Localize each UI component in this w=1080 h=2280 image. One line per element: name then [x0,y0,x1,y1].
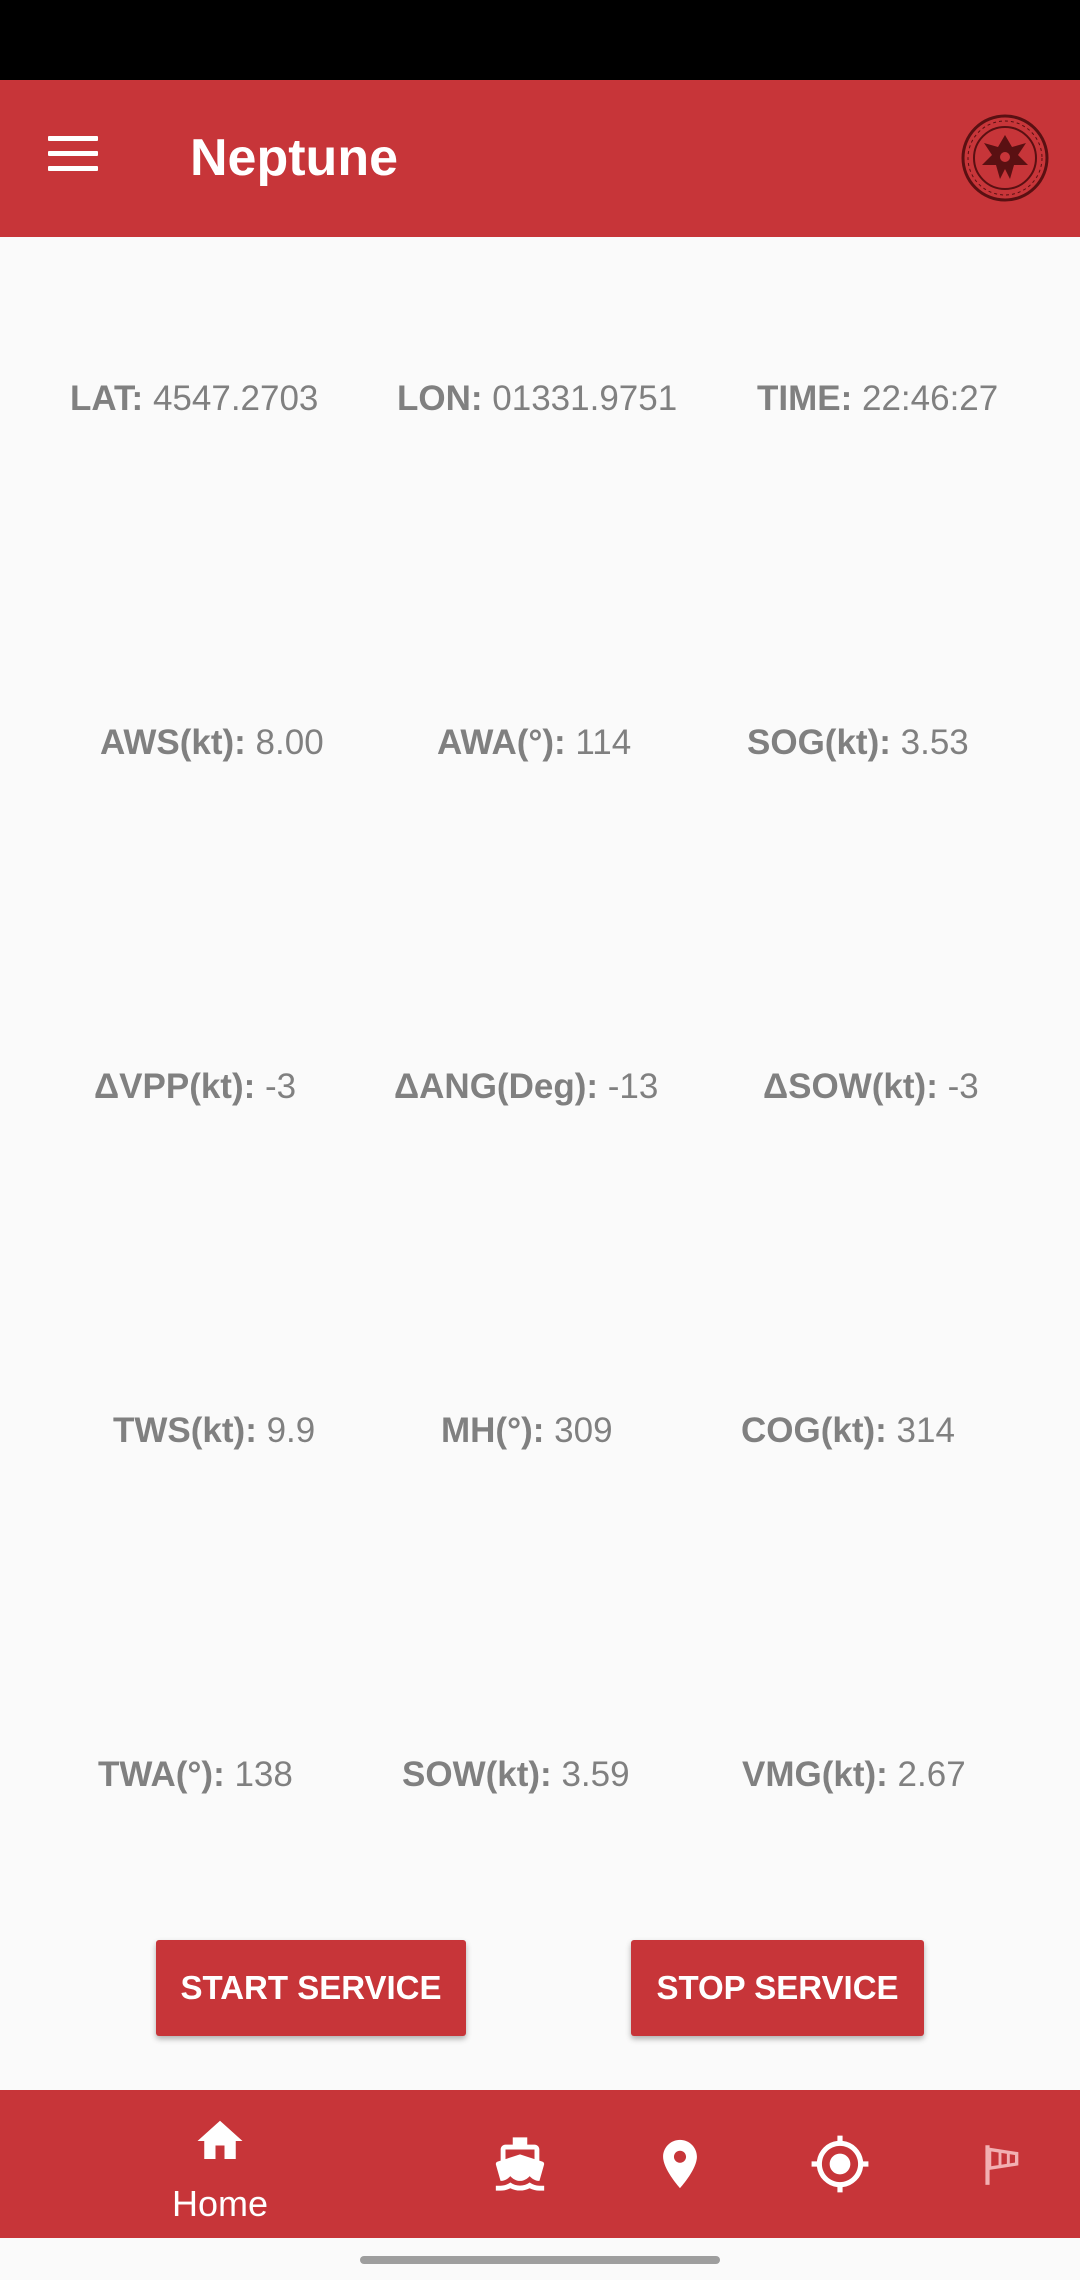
reading-value: 309 [554,1411,613,1450]
reading-label: MH(°): [441,1411,545,1450]
reading-time: TIME: 22:46:27 [757,377,998,421]
location-pin-icon [663,2139,697,2189]
nav-item-wind[interactable] [950,2090,1050,2238]
reading-value: 2.67 [897,1755,966,1794]
reading-label: AWA(°): [437,723,566,762]
reading-aws: AWS(kt): 8.00 [100,721,324,765]
reading-value: 314 [896,1411,955,1450]
boat-icon [495,2137,545,2191]
reading-value: 114 [575,723,632,762]
reading-delta-vpp: ΔVPP(kt): -3 [94,1065,296,1109]
reading-label: ΔANG(Deg): [394,1067,599,1106]
app-bar: Neptune [0,80,1080,237]
reading-delta-ang: ΔANG(Deg): -13 [394,1065,658,1109]
reading-vmg: VMG(kt): 2.67 [742,1753,966,1797]
bottom-navigation: Home [0,2090,1080,2238]
reading-value: 9.9 [266,1411,316,1450]
reading-value: 01331.9751 [492,379,678,418]
reading-twa: TWA(°): 138 [98,1753,293,1797]
reading-label: SOG(kt): [747,723,891,762]
readings-grid: LAT: 4547.2703 LON: 01331.9751 TIME: 22:… [0,237,1080,1937]
nav-item-boat[interactable] [470,2090,570,2238]
reading-label: ΔSOW(kt): [763,1067,938,1106]
nav-item-home[interactable]: Home [150,2090,290,2238]
nav-item-gps[interactable] [790,2090,890,2238]
reading-sog: SOG(kt): 3.53 [747,721,969,765]
reading-label: AWS(kt): [100,723,246,762]
gesture-home-indicator[interactable] [360,2256,720,2264]
reading-label: LON: [397,379,483,418]
stop-service-button[interactable]: STOP SERVICE [631,1940,924,2036]
reading-label: LAT: [70,379,144,418]
reading-mh: MH(°): 309 [441,1409,613,1453]
reading-label: COG(kt): [741,1411,887,1450]
reading-label: TWS(kt): [113,1411,257,1450]
reading-value: 138 [234,1755,293,1794]
reading-value: 8.00 [255,723,324,762]
reading-value: 4547.2703 [152,379,319,418]
reading-value: 22:46:27 [862,379,999,418]
home-icon [197,2120,243,2159]
reading-awa: AWA(°): 114 [437,721,631,765]
reading-label: SOW(kt): [402,1755,552,1794]
reading-value: -3 [947,1067,979,1106]
reading-value: 3.59 [561,1755,630,1794]
app-title: Neptune [190,129,398,187]
reading-label: ΔVPP(kt): [94,1067,256,1106]
reading-value: -3 [265,1067,297,1106]
reading-label: TWA(°): [98,1755,225,1794]
reading-label: TIME: [757,379,853,418]
reading-lat: LAT: 4547.2703 [70,377,318,421]
reading-cog: COG(kt): 314 [741,1409,955,1453]
menu-icon[interactable] [48,136,98,172]
reading-tws: TWS(kt): 9.9 [113,1409,315,1453]
reading-label: VMG(kt): [742,1755,888,1794]
start-service-button[interactable]: START SERVICE [156,1940,466,2036]
status-bar [0,0,1080,80]
reading-value: -13 [607,1067,659,1106]
reading-delta-sow: ΔSOW(kt): -3 [763,1065,979,1109]
reading-sow: SOW(kt): 3.59 [402,1753,630,1797]
windsock-icon [985,2145,1019,2185]
nav-label-home: Home [171,2183,269,2224]
reading-value: 3.53 [900,723,969,762]
nav-item-location[interactable] [630,2090,730,2238]
gps-target-icon [811,2135,869,2193]
university-seal-icon [961,114,1049,202]
reading-lon: LON: 01331.9751 [397,377,677,421]
